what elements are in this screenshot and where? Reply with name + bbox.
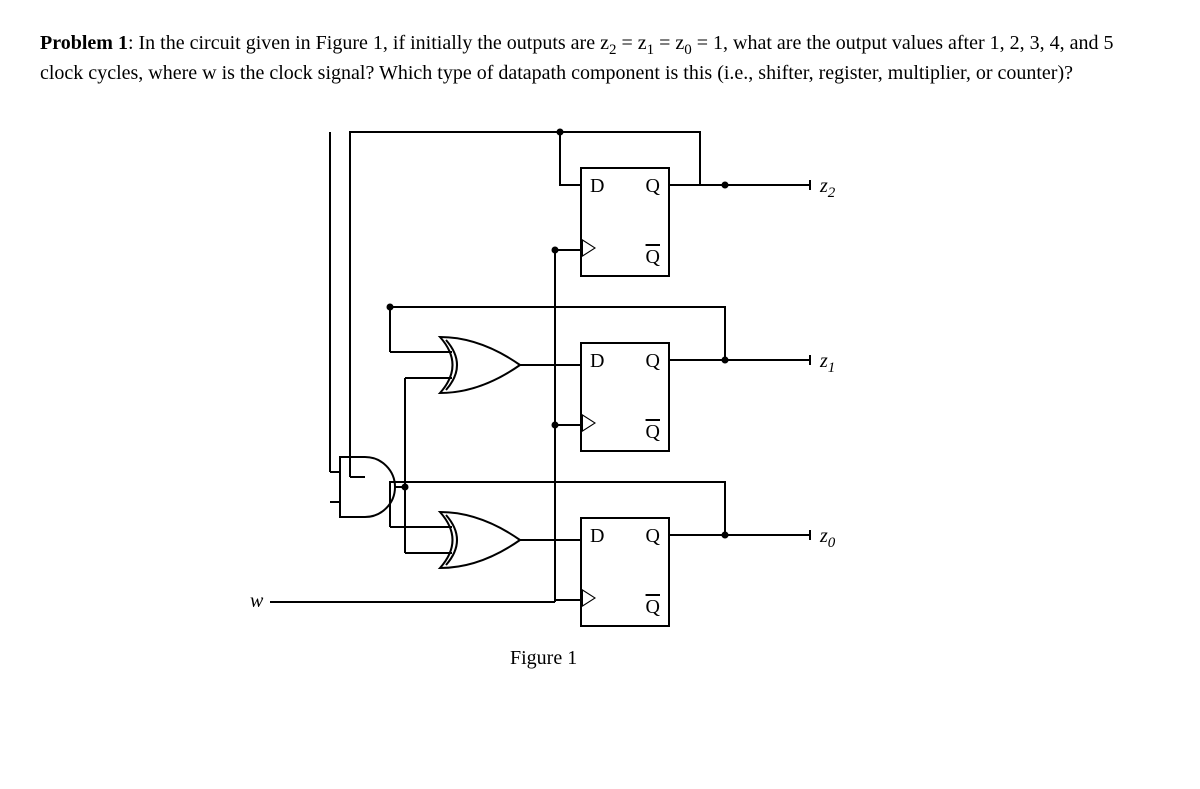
junction-dot: [387, 304, 394, 311]
figure-1: D Q Q D Q Q D Q Q: [250, 107, 950, 687]
output-z2-label: z2: [820, 175, 835, 202]
figure-caption: Figure 1: [510, 647, 577, 670]
output-z0-label: z0: [820, 525, 835, 552]
junction-dot: [722, 357, 729, 364]
junction-dot: [722, 532, 729, 539]
junction-dot: [722, 182, 729, 189]
problem-statement: Problem 1: In the circuit given in Figur…: [40, 30, 1140, 87]
junction-dot: [552, 422, 559, 429]
input-w-label: w: [250, 590, 263, 613]
problem-label: Problem 1: [40, 32, 128, 54]
output-z1-label: z1: [820, 350, 835, 377]
junction-dot: [402, 484, 409, 491]
junction-dot: [557, 129, 564, 136]
circuit-wiring: [250, 107, 950, 687]
junction-dot: [552, 247, 559, 254]
